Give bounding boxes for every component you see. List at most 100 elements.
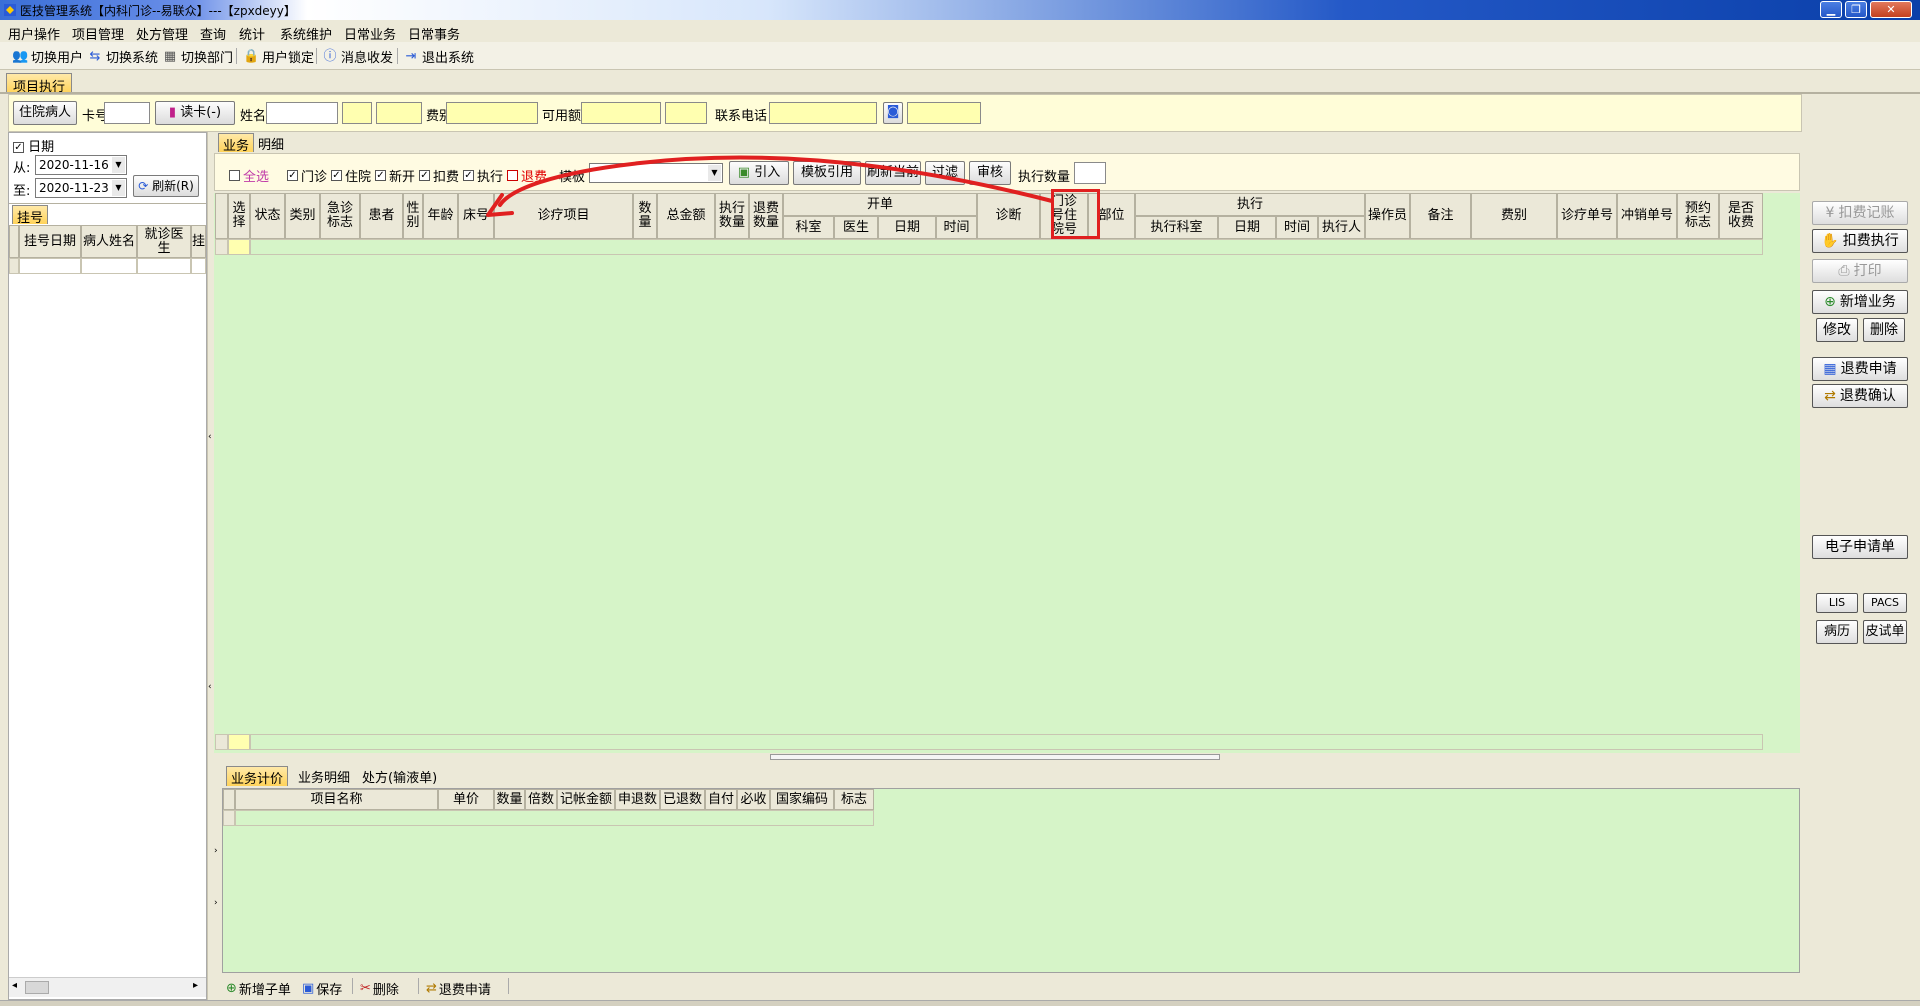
col-header-fee-type[interactable]: 费别 <box>1471 193 1557 239</box>
user-lock-button[interactable]: 🔒 用户锁定 <box>243 47 314 67</box>
menu-statistics[interactable]: 统计 <box>239 24 265 43</box>
exec-count-input[interactable] <box>1074 162 1106 184</box>
gender-field[interactable] <box>342 102 372 124</box>
col-header-exec-date[interactable]: 日期 <box>1218 216 1276 239</box>
refund-request-button[interactable]: ▦ 退费申请 <box>1812 357 1908 381</box>
col-header-reg-more[interactable]: 挂 <box>191 225 206 258</box>
col-header-exec-time[interactable]: 时间 <box>1276 216 1318 239</box>
col-header-reversal-number[interactable]: 冲销单号 <box>1617 193 1677 239</box>
scroll-thumb[interactable] <box>25 981 49 994</box>
minimize-button[interactable]: ▁ <box>1820 1 1842 18</box>
switch-system-button[interactable]: ⇆ 切换系统 <box>87 47 158 67</box>
tab-business[interactable]: 业务 <box>218 133 255 154</box>
menu-prescription-mgmt[interactable]: 处方管理 <box>136 24 188 43</box>
table-cell[interactable] <box>228 239 250 255</box>
e-request-button[interactable]: 电子申请单 <box>1812 535 1908 559</box>
print-button[interactable]: ⎙ 打印 <box>1812 259 1908 283</box>
extra-yellow-field[interactable] <box>907 102 981 124</box>
add-sub-button[interactable]: ⊕ 新增子单 <box>226 979 291 998</box>
col-header-reg-date[interactable]: 挂号日期 <box>19 225 81 258</box>
col-header-refund-request[interactable]: 申退数 <box>615 789 660 810</box>
horizontal-splitter[interactable] <box>214 753 1800 761</box>
refresh-button[interactable]: ⟳ 刷新(R) <box>133 175 199 197</box>
col-header-remark[interactable]: 备注 <box>1410 193 1471 239</box>
col-header-doctor[interactable]: 就诊医生 <box>137 225 191 258</box>
delete-button[interactable]: 删除 <box>1863 318 1905 342</box>
delete-button[interactable]: ✂ 删除 <box>360 979 399 998</box>
lis-button[interactable]: LIS <box>1816 593 1858 613</box>
fee-type-field[interactable] <box>446 102 538 124</box>
col-header-order-number[interactable]: 诊疗单号 <box>1557 193 1617 239</box>
refund-confirm-button[interactable]: ⇄ 退费确认 <box>1812 384 1908 408</box>
col-header-operator[interactable]: 操作员 <box>1365 193 1410 239</box>
tab-prescription-infusion[interactable]: 处方(输液单) <box>358 766 441 786</box>
add-business-button[interactable]: ⊕ 新增业务 <box>1812 290 1908 314</box>
left-horizontal-scrollbar[interactable]: ◂ ▸ <box>9 977 206 997</box>
tab-project-execution[interactable]: 项目执行 <box>6 73 73 95</box>
col-header-age[interactable]: 年龄 <box>423 193 458 239</box>
inpatient-checkbox[interactable]: ✓ 住院 <box>331 166 371 185</box>
col-header-category[interactable]: 类别 <box>285 193 320 239</box>
restore-button[interactable]: ❐ <box>1845 1 1867 18</box>
from-date-select[interactable]: 2020-11-16 ▼ <box>35 155 127 175</box>
col-header-patient[interactable]: 患者 <box>360 193 403 239</box>
col-header-multiple[interactable]: 倍数 <box>525 789 557 810</box>
outpatient-checkbox[interactable]: ✓ 门诊 <box>287 166 327 185</box>
extra-field[interactable] <box>665 102 707 124</box>
col-header-appointment[interactable]: 预约标志 <box>1677 193 1719 239</box>
to-date-select[interactable]: 2020-11-23 ▼ <box>35 178 127 198</box>
name-input[interactable] <box>266 102 338 124</box>
available-amount-field[interactable] <box>581 102 661 124</box>
col-header-emergency[interactable]: 急诊标志 <box>320 193 360 239</box>
col-header-flag[interactable]: 标志 <box>834 789 874 810</box>
col-header-patient-name[interactable]: 病人姓名 <box>81 225 137 258</box>
charge-record-button[interactable]: ¥ 扣费记账 <box>1812 201 1908 225</box>
age-field[interactable] <box>376 102 422 124</box>
message-button[interactable]: ⓘ 消息收发 <box>322 47 393 67</box>
card-number-input[interactable] <box>104 102 150 124</box>
close-button[interactable]: ✕ <box>1870 1 1912 18</box>
lookup-button[interactable]: ◙ <box>883 102 903 124</box>
vertical-splitter[interactable]: ‹ ‹ <box>207 132 214 1000</box>
table-cell[interactable] <box>137 258 191 274</box>
col-header-self-pay[interactable]: 自付 <box>705 789 737 810</box>
save-button[interactable]: ▣ 保存 <box>302 979 342 998</box>
col-header-executor[interactable]: 执行人 <box>1318 216 1365 239</box>
table-row[interactable] <box>215 239 1767 255</box>
col-header-national-code[interactable]: 国家编码 <box>770 789 834 810</box>
switch-user-button[interactable]: 👥 切换用户 <box>12 47 83 67</box>
tab-business-pricing[interactable]: 业务计价 <box>226 766 289 787</box>
table-cell[interactable] <box>250 239 1763 255</box>
menu-daily-affairs[interactable]: 日常事务 <box>408 24 460 43</box>
refund-request-bottom-button[interactable]: ⇄ 退费申请 <box>426 979 491 998</box>
skin-test-button[interactable]: 皮试单 <box>1863 620 1907 644</box>
col-header-charged[interactable]: 是否收费 <box>1719 193 1763 239</box>
read-card-button[interactable]: ▮ 读卡(-) <box>155 101 235 125</box>
tab-business-detail[interactable]: 业务明细 <box>294 766 354 786</box>
col-header-account-amount[interactable]: 记帐金额 <box>557 789 615 810</box>
charge-checkbox[interactable]: ✓ 扣费 <box>419 166 459 185</box>
menu-user-ops[interactable]: 用户操作 <box>8 24 60 43</box>
inpatient-button[interactable]: 住院病人 <box>13 101 77 125</box>
menu-project-mgmt[interactable]: 项目管理 <box>72 24 124 43</box>
col-header-mandatory[interactable]: 必收 <box>737 789 770 810</box>
table-cell[interactable] <box>191 258 206 274</box>
col-header-item-name[interactable]: 项目名称 <box>235 789 438 810</box>
pacs-button[interactable]: PACS <box>1863 593 1907 613</box>
switch-dept-button[interactable]: ▦ 切换部门 <box>162 47 233 67</box>
select-all-checkbox[interactable]: 全选 <box>229 166 269 185</box>
menu-system-maintenance[interactable]: 系统维护 <box>280 24 332 43</box>
bottom-splitter[interactable]: › › <box>214 788 222 973</box>
table-cell[interactable] <box>81 258 137 274</box>
col-header-status[interactable]: 状态 <box>250 193 285 239</box>
splitter-handle[interactable] <box>770 754 1220 760</box>
menu-daily-business[interactable]: 日常业务 <box>344 24 396 43</box>
new-checkbox[interactable]: ✓ 新开 <box>375 166 415 185</box>
tab-registration[interactable]: 挂号 <box>12 205 49 226</box>
phone-field[interactable] <box>769 102 877 124</box>
modify-button[interactable]: 修改 <box>1816 318 1858 342</box>
col-header-gender[interactable]: 性别 <box>403 193 423 239</box>
charge-execute-button[interactable]: ✋ 扣费执行 <box>1812 229 1908 253</box>
date-checkbox[interactable]: ✓ 日期 <box>13 136 54 155</box>
col-header-qty[interactable]: 数量 <box>494 789 525 810</box>
